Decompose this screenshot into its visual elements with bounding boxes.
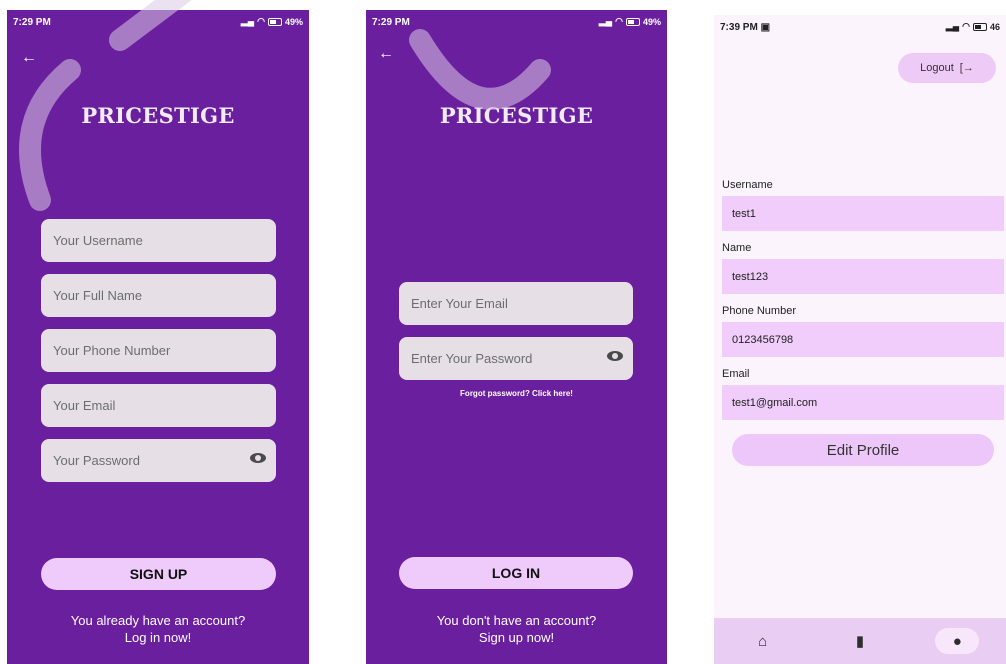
battery-level: 49% bbox=[284, 16, 303, 27]
battery-icon bbox=[625, 17, 640, 26]
email-input[interactable]: Your Email bbox=[41, 384, 276, 427]
app-logo: PRICESTIGE bbox=[439, 103, 594, 128]
app-logo: PRICESTIGE bbox=[81, 103, 235, 128]
forgot-password-link[interactable]: Forgot password? Click here! bbox=[366, 389, 667, 398]
signup-footer: You already have an account? Log in now! bbox=[7, 612, 309, 646]
wifi-icon: ◠ bbox=[257, 16, 265, 26]
phone-label: Phone Number bbox=[722, 305, 796, 317]
battery-icon bbox=[267, 17, 282, 26]
password-input[interactable]: Enter Your Password bbox=[399, 337, 633, 380]
signup-link[interactable]: Sign up now! bbox=[366, 629, 667, 646]
signup-screen: 7:29 PM ▂▄ ◠ 49% ← PRICESTIGE Your Usern… bbox=[7, 10, 309, 664]
status-time: 7:29 PM bbox=[13, 17, 51, 28]
show-password-icon[interactable] bbox=[250, 453, 266, 463]
name-field[interactable]: test123 bbox=[722, 259, 1004, 294]
email-input[interactable]: Enter Your Email bbox=[399, 282, 633, 325]
back-arrow-icon[interactable]: ← bbox=[378, 46, 394, 62]
logout-icon: [→ bbox=[959, 62, 974, 74]
password-input[interactable]: Your Password bbox=[41, 439, 276, 482]
phone-input[interactable]: Your Phone Number bbox=[41, 329, 276, 372]
signal-icon: ▂▄ bbox=[240, 16, 255, 26]
status-bar: 7:29 PM ▂▄ ◠ 49% bbox=[366, 10, 667, 34]
status-icons: ▂▄ ◠ 49% bbox=[241, 16, 303, 27]
status-time: 7:29 PM bbox=[372, 17, 410, 28]
back-arrow-icon[interactable]: ← bbox=[21, 50, 37, 66]
home-icon[interactable]: ⌂ bbox=[741, 628, 785, 654]
notification-icon: ▣ bbox=[760, 22, 771, 33]
logout-button[interactable]: Logout [→ bbox=[898, 53, 996, 83]
username-field[interactable]: test1 bbox=[722, 196, 1004, 231]
status-time-text: 7:39 PM bbox=[720, 22, 758, 33]
signup-button[interactable]: SIGN UP bbox=[41, 558, 276, 590]
logout-label: Logout bbox=[920, 62, 954, 74]
full-name-input[interactable]: Your Full Name bbox=[41, 274, 276, 317]
phone-field[interactable]: 0123456798 bbox=[722, 322, 1004, 357]
wifi-icon: ◠ bbox=[615, 16, 623, 26]
email-label: Email bbox=[722, 368, 750, 380]
have-account-text: You already have an account? bbox=[70, 613, 246, 628]
status-time: 7:39 PM ▣ bbox=[720, 22, 770, 33]
wifi-icon: ◠ bbox=[962, 21, 970, 31]
password-placeholder: Your Password bbox=[53, 453, 140, 468]
profile-screen: 7:39 PM ▣ ▂▄ ◠ 46 Logout [→ Username tes… bbox=[714, 15, 1006, 664]
bookmark-icon[interactable]: ▮ bbox=[838, 628, 882, 654]
status-icons: ▂▄ ◠ 49% bbox=[599, 16, 661, 27]
password-placeholder: Enter Your Password bbox=[411, 351, 533, 366]
battery-icon bbox=[972, 22, 987, 31]
battery-level: 49% bbox=[642, 16, 661, 27]
login-screen: 7:29 PM ▂▄ ◠ 49% ← PRICESTIGE Enter Your… bbox=[366, 10, 667, 664]
username-input[interactable]: Your Username bbox=[41, 219, 276, 262]
status-icons: ▂▄ ◠ 46 bbox=[946, 21, 1000, 32]
login-link[interactable]: Log in now! bbox=[7, 629, 309, 646]
name-label: Name bbox=[722, 242, 752, 254]
username-label: Username bbox=[722, 179, 773, 191]
login-footer: You don't have an account? Sign up now! bbox=[366, 612, 667, 646]
edit-profile-button[interactable]: Edit Profile bbox=[732, 434, 994, 466]
battery-level: 46 bbox=[989, 21, 1000, 32]
status-bar: 7:29 PM ▂▄ ◠ 49% bbox=[7, 10, 309, 34]
show-password-icon[interactable] bbox=[607, 351, 623, 361]
login-button[interactable]: LOG IN bbox=[399, 557, 633, 589]
bottom-nav: ⌂ ▮ ● bbox=[714, 618, 1006, 664]
signal-icon: ▂▄ bbox=[598, 16, 613, 26]
no-account-text: You don't have an account? bbox=[436, 613, 597, 628]
signal-icon: ▂▄ bbox=[945, 21, 960, 31]
status-bar: 7:39 PM ▣ ▂▄ ◠ 46 bbox=[714, 15, 1006, 39]
person-icon[interactable]: ● bbox=[935, 628, 980, 654]
email-field[interactable]: test1@gmail.com bbox=[722, 385, 1004, 420]
